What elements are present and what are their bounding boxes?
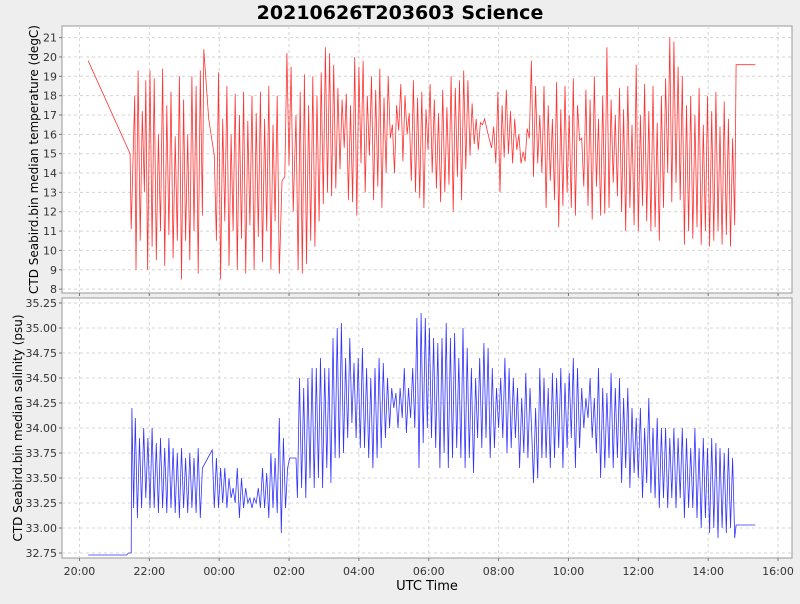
panel-salinity: 32.75 33.00 33.25 33.50 33.75 34.00 34.25 34.50… xyxy=(11,297,793,561)
x-tick-label: 10:00 xyxy=(553,565,585,578)
temperature-y-axis: 8 9 10 11 12 13 14 15 16 17 18 19 20 21 xyxy=(43,32,62,296)
x-tick-label: 14:00 xyxy=(692,565,724,578)
y-tick-label: 33.50 xyxy=(26,472,58,485)
chart-canvas: 20210626T203603 Science 8 9 10 11 12 13 14 15 16… xyxy=(11,2,794,594)
y-tick-label: 34.00 xyxy=(26,422,58,435)
y-tick-label: 33.75 xyxy=(26,447,58,460)
y-tick-label: 18 xyxy=(43,90,57,103)
y-tick-label: 34.50 xyxy=(26,372,58,385)
x-tick-label: 04:00 xyxy=(343,565,375,578)
y-tick-label: 8 xyxy=(50,283,57,296)
chart-title: 20210626T203603 Science xyxy=(257,2,544,24)
x-tick-label: 08:00 xyxy=(483,565,515,578)
x-axis-label: UTC Time xyxy=(396,579,458,594)
x-tick-label: 20:00 xyxy=(64,565,96,578)
x-tick-label: 02:00 xyxy=(273,565,305,578)
y-tick-label: 15 xyxy=(43,148,57,161)
y-tick-label: 19 xyxy=(43,70,57,83)
y-tick-label: 13 xyxy=(43,186,57,199)
x-tick-label: 00:00 xyxy=(203,565,235,578)
y-tick-label: 12 xyxy=(43,206,57,219)
y-tick-label: 32.75 xyxy=(26,547,58,560)
y-tick-label: 17 xyxy=(43,109,57,122)
y-tick-label: 33.00 xyxy=(26,522,58,535)
x-tick-label: 22:00 xyxy=(133,565,165,578)
y-tick-label: 10 xyxy=(43,244,57,257)
x-tick-label: 06:00 xyxy=(413,565,445,578)
chart-figure: 20210626T203603 Science 8 9 10 11 12 13 14 15 16… xyxy=(0,0,800,600)
x-axis: 20:00 22:00 00:00 02:00 04:00 06:00 08:00 10:00… xyxy=(64,565,794,578)
y-tick-label: 35.00 xyxy=(26,322,58,335)
salinity-y-axis: 32.75 33.00 33.25 33.50 33.75 34.00 34.25 34.50… xyxy=(26,297,62,560)
y-tick-label: 14 xyxy=(43,167,57,180)
y-tick-label: 34.25 xyxy=(26,397,58,410)
x-tick-label: 12:00 xyxy=(622,565,654,578)
y-tick-label: 20 xyxy=(43,51,57,64)
temperature-y-axis-label: CTD Seabird.bin median temperature (degC… xyxy=(27,25,41,294)
y-tick-label: 33.25 xyxy=(26,497,58,510)
y-tick-label: 21 xyxy=(43,32,57,45)
x-tick-label: 16:00 xyxy=(762,565,794,578)
y-tick-label: 34.75 xyxy=(26,347,58,360)
y-tick-label: 16 xyxy=(43,128,57,141)
y-tick-label: 11 xyxy=(43,225,57,238)
y-tick-label: 9 xyxy=(50,264,57,277)
salinity-y-axis-label: CTD Seabird.bin median salinity (psu) xyxy=(11,314,25,541)
y-tick-label: 35.25 xyxy=(26,297,58,310)
panel-temperature: 8 9 10 11 12 13 14 15 16 17 18 19 20 21 CTD Seabird.b… xyxy=(27,25,793,296)
